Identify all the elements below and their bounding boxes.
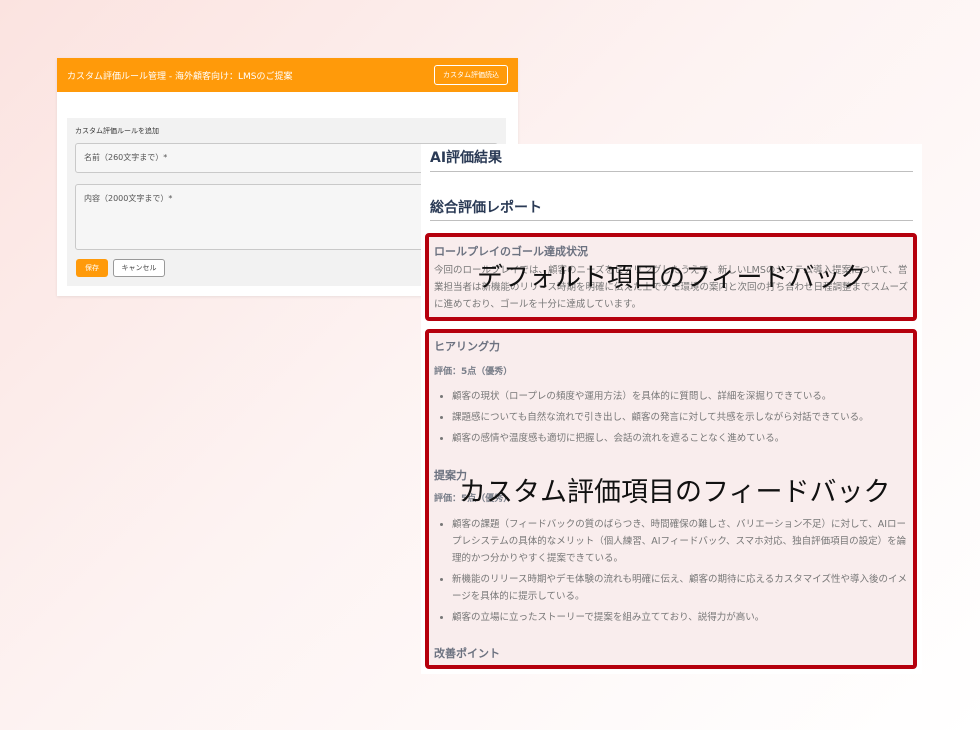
custom-feedback-section: ヒアリング力 評価：5点（優秀） 顧客の現状（ロープレの頻度や運用方法）を具体的… <box>425 329 917 669</box>
hearing-section-title: ヒアリング力 <box>434 340 500 353</box>
divider <box>430 220 913 221</box>
custom-feedback-overlay-label: カスタム評価項目のフィードバック <box>459 477 891 508</box>
ai-result-heading: AI評価結果 <box>430 150 503 166</box>
list-item: 顧客の課題（フィードバックの質のばらつき、時間確保の難しさ、バリエーション不足）… <box>452 516 912 567</box>
list-item: 顧客の立場に立ったストーリーで提案を組み立てており、説得力が高い。 <box>452 609 912 626</box>
hearing-rating: 評価：5点（優秀） <box>434 367 513 377</box>
cancel-button[interactable]: キャンセル <box>113 259 165 277</box>
proposal-bullet-list: 顧客の課題（フィードバックの質のばらつき、時間確保の難しさ、バリエーション不足）… <box>434 516 912 630</box>
save-button[interactable]: 保存 <box>76 259 108 277</box>
ai-evaluation-panel: AI評価結果 総合評価レポート ロールプレイのゴール達成状況 今回のロールプレイ… <box>421 144 922 674</box>
default-feedback-overlay-label: デフォルト項目のフィードバック <box>477 263 867 293</box>
hearing-bullet-list: 顧客の現状（ロープレの頻度や運用方法）を具体的に質問し、詳細を深掘りできている。… <box>434 388 912 451</box>
list-item: 顧客の感情や温度感も適切に把握し、会話の流れを遮ることなく進めている。 <box>452 430 912 447</box>
list-item: 課題感についても自然な流れで引き出し、顧客の発言に対して共感を示しながら対話でき… <box>452 409 912 426</box>
load-custom-eval-button[interactable]: カスタム評価読込 <box>434 65 508 85</box>
improvement-title: 改善ポイント <box>434 647 500 660</box>
list-item: 顧客の現状（ロープレの頻度や運用方法）を具体的に質問し、詳細を深掘りできている。 <box>452 388 912 405</box>
rule-manager-header: カスタム評価ルール管理 - 海外顧客向け：LMSのご提案 カスタム評価読込 <box>57 58 518 92</box>
rule-manager-title: カスタム評価ルール管理 - 海外顧客向け：LMSのご提案 <box>67 71 293 82</box>
divider <box>430 171 913 172</box>
add-rule-form-title: カスタム評価ルールを追加 <box>75 127 159 135</box>
list-item: 新機能のリリース時期やデモ体験の流れも明確に伝え、顧客の期待に応えるカスタマイズ… <box>452 571 912 605</box>
default-feedback-section: ロールプレイのゴール達成状況 今回のロールプレイでは、顧客のニーズをヒアリングし… <box>425 233 917 321</box>
report-heading: 総合評価レポート <box>430 200 542 216</box>
